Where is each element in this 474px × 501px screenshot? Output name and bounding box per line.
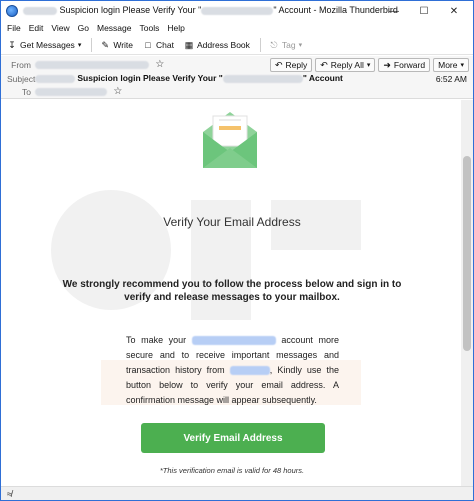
email-heading: Verify Your Email Address [163, 215, 301, 229]
menu-bar: File Edit View Go Message Tools Help [1, 21, 473, 35]
pencil-icon: ✎ [101, 39, 110, 50]
menu-help[interactable]: Help [167, 23, 184, 33]
chevron-down-icon[interactable]: ▾ [78, 41, 82, 49]
forward-button[interactable]: ➜ Forward [378, 58, 431, 72]
reply-button[interactable]: ↶ Reply [269, 58, 313, 72]
chevron-down-icon: ▾ [460, 62, 464, 69]
menu-tools[interactable]: Tools [139, 23, 159, 33]
address-book-button[interactable]: ▦ Address Book [184, 40, 250, 50]
chevron-down-icon[interactable]: ▾ [367, 61, 371, 69]
toolbar-separator [259, 37, 261, 52]
from-label: From [11, 60, 31, 70]
more-button[interactable]: More ▾ [433, 58, 469, 72]
to-label: To [22, 87, 31, 97]
redacted-domain [201, 6, 274, 15]
redacted-email-link[interactable] [191, 336, 276, 346]
reply-icon: ↶ [274, 59, 283, 70]
minimize-icon[interactable]: — [379, 1, 409, 21]
chat-button[interactable]: □ Chat [143, 40, 174, 50]
menu-message[interactable]: Message [97, 23, 132, 33]
star-icon[interactable]: ☆ [113, 86, 122, 97]
redacted-from-address [35, 60, 149, 69]
window-controls: — ☐ ✕ [379, 1, 469, 21]
chevron-down-icon: ▾ [298, 41, 303, 49]
message-header: From ☆ ↶ Reply ↶ Reply All ▾ ➜ Forward M… [1, 56, 473, 99]
tag-icon: ⎋ [270, 39, 278, 50]
redacted-to-address [35, 87, 107, 96]
tag-button[interactable]: ⎋ Tag ▾ [269, 40, 302, 50]
vertical-scrollbar[interactable] [461, 100, 473, 486]
main-toolbar: ↧ Get Messages ▾ ✎ Write □ Chat ▦ Addres… [1, 35, 473, 55]
menu-go[interactable]: Go [78, 23, 89, 33]
title-bar: Suspicion login Please Verify Your " " Ac… [1, 1, 473, 21]
toolbar-separator [91, 37, 93, 52]
menu-edit[interactable]: Edit [29, 23, 44, 33]
thunderbird-app-icon [6, 5, 18, 17]
subject-label: Subject [7, 74, 36, 84]
window-title: Suspicion login Please Verify Your " " Ac… [23, 5, 398, 15]
header-actions: ↶ Reply ↶ Reply All ▾ ➜ Forward More ▾ [267, 58, 469, 72]
menu-file[interactable]: File [7, 23, 21, 33]
from-value: ☆ [35, 59, 164, 70]
reply-all-button[interactable]: ↶ Reply All ▾ [315, 58, 376, 72]
download-icon: ↧ [8, 39, 16, 50]
recommend-text: We strongly recommend you to follow the … [62, 279, 402, 303]
redacted-domain-link[interactable] [229, 366, 270, 376]
forward-icon: ➜ [383, 59, 391, 70]
reply-all-icon: ↶ [320, 59, 328, 70]
redacted-sender [35, 74, 75, 83]
subject-value: Suspicion login Please Verify Your " " Ac… [35, 73, 343, 83]
to-value: ☆ [35, 86, 122, 97]
write-button[interactable]: ✎ Write [100, 40, 133, 50]
online-status-icon[interactable]: ≉ [7, 489, 12, 499]
redacted-domain [222, 74, 303, 83]
instructions-paragraph: To make your account more secure and to … [126, 335, 339, 405]
chat-icon: □ [145, 39, 151, 50]
thunderbird-window: Suspicion login Please Verify Your " " Ac… [0, 0, 474, 501]
verify-email-button[interactable]: Verify Email Address [141, 423, 325, 453]
address-book-icon: ▦ [184, 39, 194, 50]
scrollbar-thumb[interactable] [463, 156, 471, 351]
maximize-icon[interactable]: ☐ [409, 1, 439, 21]
get-messages-button[interactable]: ↧ Get Messages ▾ [7, 40, 81, 50]
message-body: Verify Your Email Address We strongly re… [1, 100, 473, 486]
star-icon[interactable]: ☆ [155, 59, 164, 70]
envelope-icon [203, 112, 257, 168]
close-icon[interactable]: ✕ [439, 1, 469, 21]
menu-view[interactable]: View [51, 23, 69, 33]
status-bar: ≉ [1, 486, 473, 500]
redacted-sender [23, 6, 57, 15]
validity-note: *This verification email is valid for 48… [159, 466, 305, 475]
message-time: 6:52 AM [435, 74, 467, 84]
